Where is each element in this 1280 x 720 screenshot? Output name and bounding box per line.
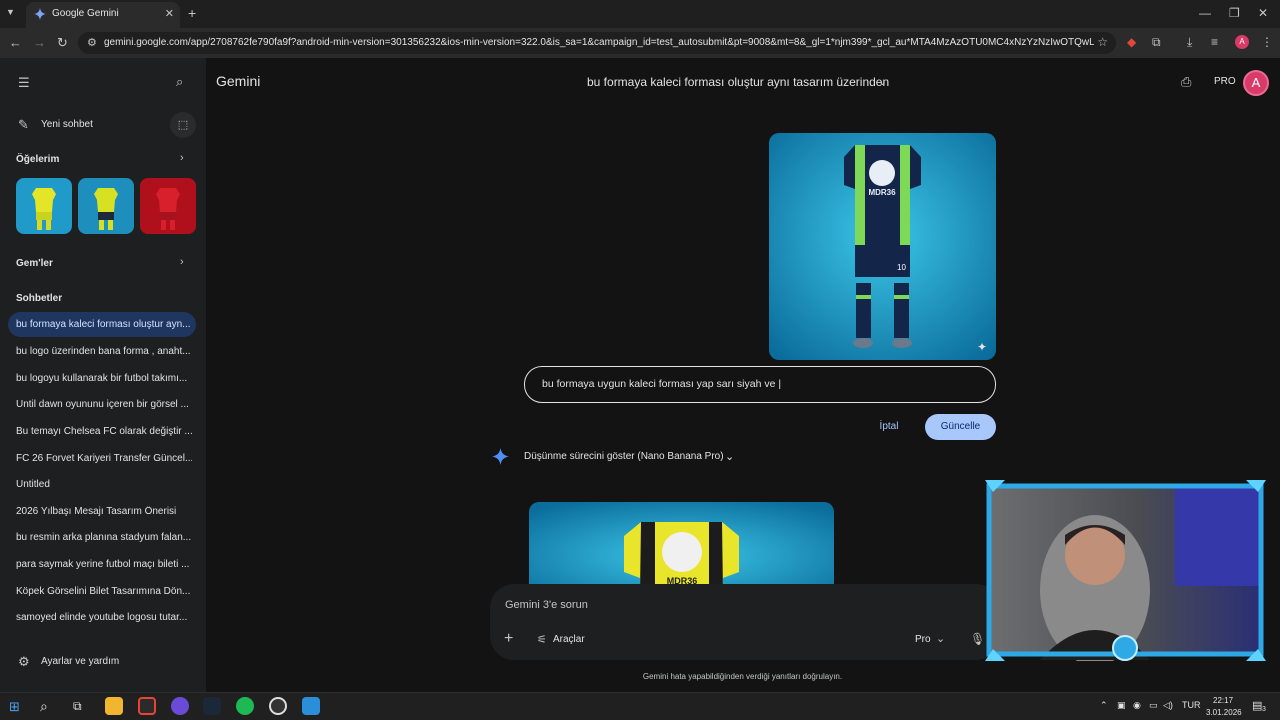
items-header[interactable]: Öğelerim (16, 154, 59, 165)
tools-icon[interactable]: ⚟ (537, 633, 547, 646)
update-button[interactable]: Güncelle (925, 414, 996, 440)
task-view-icon[interactable]: ⧉ (73, 699, 82, 714)
jersey-text: MDR36 (868, 188, 896, 197)
file-explorer-icon[interactable] (105, 697, 123, 715)
app-icon[interactable] (302, 697, 320, 715)
chevron-right-icon[interactable]: › (180, 152, 184, 164)
gemini-favicon-icon (34, 8, 46, 20)
menu-icon[interactable]: ☰ (18, 75, 30, 91)
close-tab-icon[interactable]: ✕ (165, 7, 174, 20)
spotify-icon[interactable] (236, 697, 254, 715)
chat-item[interactable]: bu resmin arka planına stadyum falan... (16, 532, 192, 543)
chevron-down-icon[interactable]: ⌄ (936, 632, 945, 645)
download-icon[interactable]: ⤓ (1187, 35, 1192, 50)
chat-item[interactable]: para saymak yerine futbol maçı bileti ..… (16, 559, 192, 570)
tab-search-icon[interactable]: ▼ (6, 7, 15, 17)
microphone-icon[interactable]: 🎙 (970, 632, 985, 646)
tray-app-icon[interactable]: ◉ (1133, 700, 1141, 711)
gemini-spark-icon (492, 448, 509, 465)
tab-title: Google Gemini (52, 8, 119, 19)
chat-item[interactable]: 2026 Yılbaşı Mesajı Tasarım Önerisi (16, 506, 192, 517)
restore-icon[interactable]: ❐ (1229, 6, 1240, 20)
brand-title[interactable]: Gemini (216, 73, 260, 89)
forward-icon[interactable]: → (33, 35, 46, 50)
model-selector[interactable]: Pro (915, 634, 931, 645)
conversation-title[interactable]: bu formaya kaleci forması oluştur aynı t… (587, 75, 889, 89)
browser-profile-avatar[interactable]: A (1235, 35, 1249, 49)
url-text[interactable]: gemini.google.com/app/2708762fe790fa9f?a… (104, 37, 1094, 48)
tools-button[interactable]: Araçlar (553, 634, 585, 645)
show-thinking-toggle[interactable]: Düşünme sürecini göster (Nano Banana Pro… (524, 451, 724, 462)
site-info-icon[interactable]: ⚙ (87, 36, 97, 49)
chrome-icon[interactable] (138, 697, 156, 715)
print-icon[interactable]: ⎙ (1181, 74, 1191, 90)
tray-chevron-up-icon[interactable]: ⌃ (1100, 700, 1108, 711)
clock-date[interactable]: 3.01.2026 (1206, 708, 1242, 717)
chevron-down-icon[interactable]: ⌄ (878, 75, 887, 88)
language-indicator[interactable]: TUR (1182, 700, 1201, 710)
tray-app-icon[interactable]: ▣ (1117, 700, 1126, 711)
chat-item[interactable]: bu logo üzerinden bana forma , anaht... (16, 346, 192, 357)
edit-prompt-text[interactable]: bu formaya uygun kaleci forması yap sarı… (542, 378, 781, 390)
notification-count: 3 (1262, 706, 1266, 713)
bookmark-star-icon[interactable]: ☆ (1097, 35, 1108, 49)
chat-item[interactable]: Köpek Görselini Bilet Tasarımına Dön... (16, 586, 192, 597)
chat-item[interactable]: Until dawn oyununu içeren bir görsel ... (16, 399, 192, 410)
minimize-icon[interactable]: — (1199, 6, 1211, 20)
tab-strip: ▼ Google Gemini ✕ + — ❐ ✕ (0, 0, 1280, 28)
taskbar (0, 692, 1280, 720)
obs-icon[interactable] (269, 697, 287, 715)
gemini-spark-icon: ✦ (977, 340, 988, 354)
search-icon[interactable]: ⌕ (40, 698, 48, 715)
chat-item[interactable]: FC 26 Forvet Kariyeri Transfer Güncel... (16, 453, 192, 464)
settings-gear-icon[interactable]: ⚙ (18, 654, 30, 670)
new-tab-icon[interactable]: + (188, 5, 196, 21)
windows-start-icon[interactable]: ⊞ (9, 699, 20, 715)
reload-icon[interactable]: ↻ (57, 35, 68, 51)
plan-badge: PRO (1214, 76, 1236, 87)
chat-item[interactable]: samoyed elinde youtube logosu tutar... (16, 612, 192, 623)
volume-icon[interactable]: ◁) (1163, 700, 1173, 711)
chats-header: Sohbetler (16, 293, 63, 304)
chevron-down-icon[interactable]: ⌄ (725, 450, 734, 463)
uploaded-kit-image[interactable]: MDR36 10 (769, 133, 996, 360)
gems-header[interactable]: Gem'ler (16, 258, 53, 269)
chat-item[interactable]: Bu temayı Chelsea FC olarak değiştir ... (16, 426, 192, 437)
item-thumbnail[interactable] (16, 178, 72, 234)
extension-fox-icon[interactable]: ◆ (1127, 35, 1136, 49)
notification-icon[interactable]: ▤ (1252, 699, 1262, 712)
network-icon[interactable]: ▭ (1149, 700, 1158, 711)
close-window-icon[interactable]: ✕ (1258, 6, 1268, 20)
address-bar[interactable]: ⚙ gemini.google.com/app/2708762fe790fa9f… (78, 32, 1116, 54)
add-icon[interactable]: + (504, 630, 513, 648)
discord-icon[interactable] (171, 697, 189, 715)
browser-tab[interactable]: Google Gemini ✕ (26, 2, 180, 28)
prompt-input[interactable]: Gemini 3'e sorun (505, 599, 588, 611)
extensions-puzzle-icon[interactable]: ⧉ (1152, 35, 1161, 50)
item-thumbnail[interactable] (78, 178, 134, 234)
generated-kit-image[interactable]: MDR36 (529, 502, 834, 592)
avatar[interactable]: A (1243, 70, 1269, 96)
webcam-overlay (985, 480, 1266, 665)
jersey-number: 10 (897, 263, 906, 272)
chat-item[interactable]: bu logoyu kullanarak bir futbol takımı..… (16, 373, 192, 384)
settings-button[interactable]: Ayarlar ve yardım (41, 656, 119, 667)
browser-menu-icon[interactable]: ⋮ (1261, 35, 1273, 49)
cancel-button[interactable]: İptal (866, 416, 912, 438)
back-icon[interactable]: ← (9, 35, 22, 50)
chat-item[interactable]: bu formaya kaleci forması oluştur ayn... (16, 319, 192, 330)
item-thumbnail[interactable] (140, 178, 196, 234)
chat-item[interactable]: Untitled (16, 479, 192, 490)
chevron-right-icon[interactable]: › (180, 256, 184, 268)
clock-time[interactable]: 22:17 (1213, 696, 1233, 705)
steam-icon[interactable] (203, 697, 221, 715)
new-chat-button[interactable]: Yeni sohbet (41, 119, 93, 130)
edit-icon[interactable]: ✎ (18, 117, 29, 133)
prompt-composer (490, 584, 1000, 660)
media-icon[interactable]: ≡ (1211, 35, 1218, 49)
search-icon[interactable]: ⌕ (176, 74, 183, 90)
temporary-chat-icon[interactable]: ⬚ (170, 112, 196, 138)
disclaimer: Gemini hata yapabildiğinden verdiği yanı… (642, 672, 843, 681)
